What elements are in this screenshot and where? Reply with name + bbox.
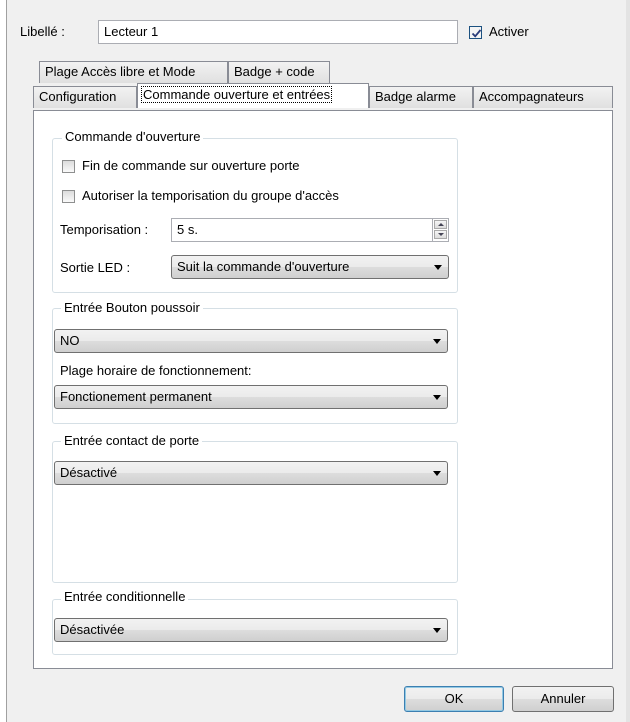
autoriser-tempo-checkbox[interactable] <box>62 190 75 203</box>
window-right-border <box>626 0 630 722</box>
sortie-led-label: Sortie LED : <box>60 260 131 275</box>
group-bouton-poussoir-title: Entrée Bouton poussoir <box>61 300 203 316</box>
contact-porte-value: Désactivé <box>60 465 118 480</box>
libelle-input[interactable]: Lecteur 1 <box>98 20 458 44</box>
fin-commande-label: Fin de commande sur ouverture porte <box>82 158 300 173</box>
ok-button[interactable]: OK <box>404 686 504 712</box>
sortie-led-select[interactable]: Suit la commande d'ouverture <box>171 255 449 279</box>
checkmark-icon <box>471 29 482 38</box>
arrow-up-icon[interactable] <box>434 220 447 229</box>
chevron-down-icon <box>433 395 441 400</box>
tab-configuration[interactable]: Configuration <box>33 86 137 108</box>
group-conditionnelle-title: Entrée conditionnelle <box>61 589 189 605</box>
tab-commande-ouverture-label: Commande ouverture et entrées <box>141 86 333 103</box>
arrow-down-icon[interactable] <box>434 230 447 239</box>
plage-horaire-label: Plage horaire de fonctionnement: <box>60 363 252 378</box>
temporisation-value: 5 s. <box>177 222 198 237</box>
temporisation-input[interactable]: 5 s. <box>171 218 449 242</box>
activer-checkbox[interactable] <box>469 26 482 39</box>
group-contact-porte-title: Entrée contact de porte <box>61 433 203 449</box>
activer-label: Activer <box>489 24 529 39</box>
temporisation-label: Temporisation : <box>60 222 149 237</box>
tab-badge-alarme[interactable]: Badge alarme <box>369 86 473 108</box>
autoriser-tempo-label: Autoriser la temporisation du groupe d'a… <box>82 188 339 203</box>
tab-plage-acces-libre[interactable]: Plage Accès libre et Mode <box>39 61 228 83</box>
bouton-poussoir-value: NO <box>60 333 80 348</box>
chevron-down-icon <box>434 265 442 270</box>
sortie-led-value: Suit la commande d'ouverture <box>177 259 350 274</box>
tab-accompagnateurs[interactable]: Accompagnateurs <box>473 86 613 108</box>
contact-porte-select[interactable]: Désactivé <box>54 461 448 485</box>
window-left-border <box>0 0 7 722</box>
cancel-button[interactable]: Annuler <box>512 686 614 712</box>
plage-horaire-select[interactable]: Fonctionement permanent <box>54 385 448 409</box>
group-commande-ouverture-title: Commande d'ouverture <box>62 129 204 145</box>
conditionnelle-select[interactable]: Désactivée <box>54 618 448 642</box>
chevron-down-icon <box>433 339 441 344</box>
tab-badge-code[interactable]: Badge + code <box>228 61 330 83</box>
tab-panel: Commande d'ouverture Fin de commande sur… <box>33 110 613 669</box>
chevron-down-icon <box>433 471 441 476</box>
chevron-down-icon <box>433 628 441 633</box>
plage-horaire-value: Fonctionement permanent <box>60 389 212 404</box>
tab-commande-ouverture[interactable]: Commande ouverture et entrées <box>137 83 369 108</box>
fin-commande-checkbox[interactable] <box>62 160 75 173</box>
libelle-label: Libellé : <box>20 24 65 39</box>
conditionnelle-value: Désactivée <box>60 622 125 637</box>
temporisation-spinner[interactable] <box>432 219 448 241</box>
dialog-window: Libellé : Lecteur 1 Activer Plage Accès … <box>0 0 630 722</box>
bouton-poussoir-select[interactable]: NO <box>54 329 448 353</box>
